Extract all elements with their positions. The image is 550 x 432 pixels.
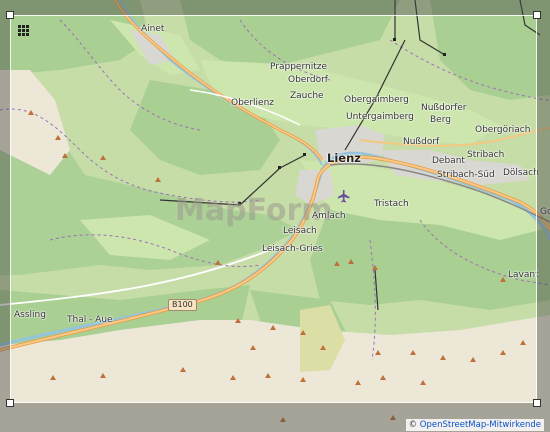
grip-dots-icon[interactable]: [18, 25, 29, 36]
crop-selection-frame[interactable]: [10, 15, 537, 403]
crop-handle-top-right[interactable]: [533, 11, 541, 19]
place-label-gorts: Gorts: [540, 207, 550, 217]
attribution-copyright: ©: [408, 419, 418, 430]
attribution-link[interactable]: OpenStreetMap-Mitwirkende: [420, 420, 541, 430]
crop-handle-top-left[interactable]: [6, 11, 14, 19]
map-attribution: © OpenStreetMap-Mitwirkende: [405, 418, 544, 431]
crop-handle-bottom-left[interactable]: [6, 399, 14, 407]
crop-handle-bottom-right[interactable]: [533, 399, 541, 407]
